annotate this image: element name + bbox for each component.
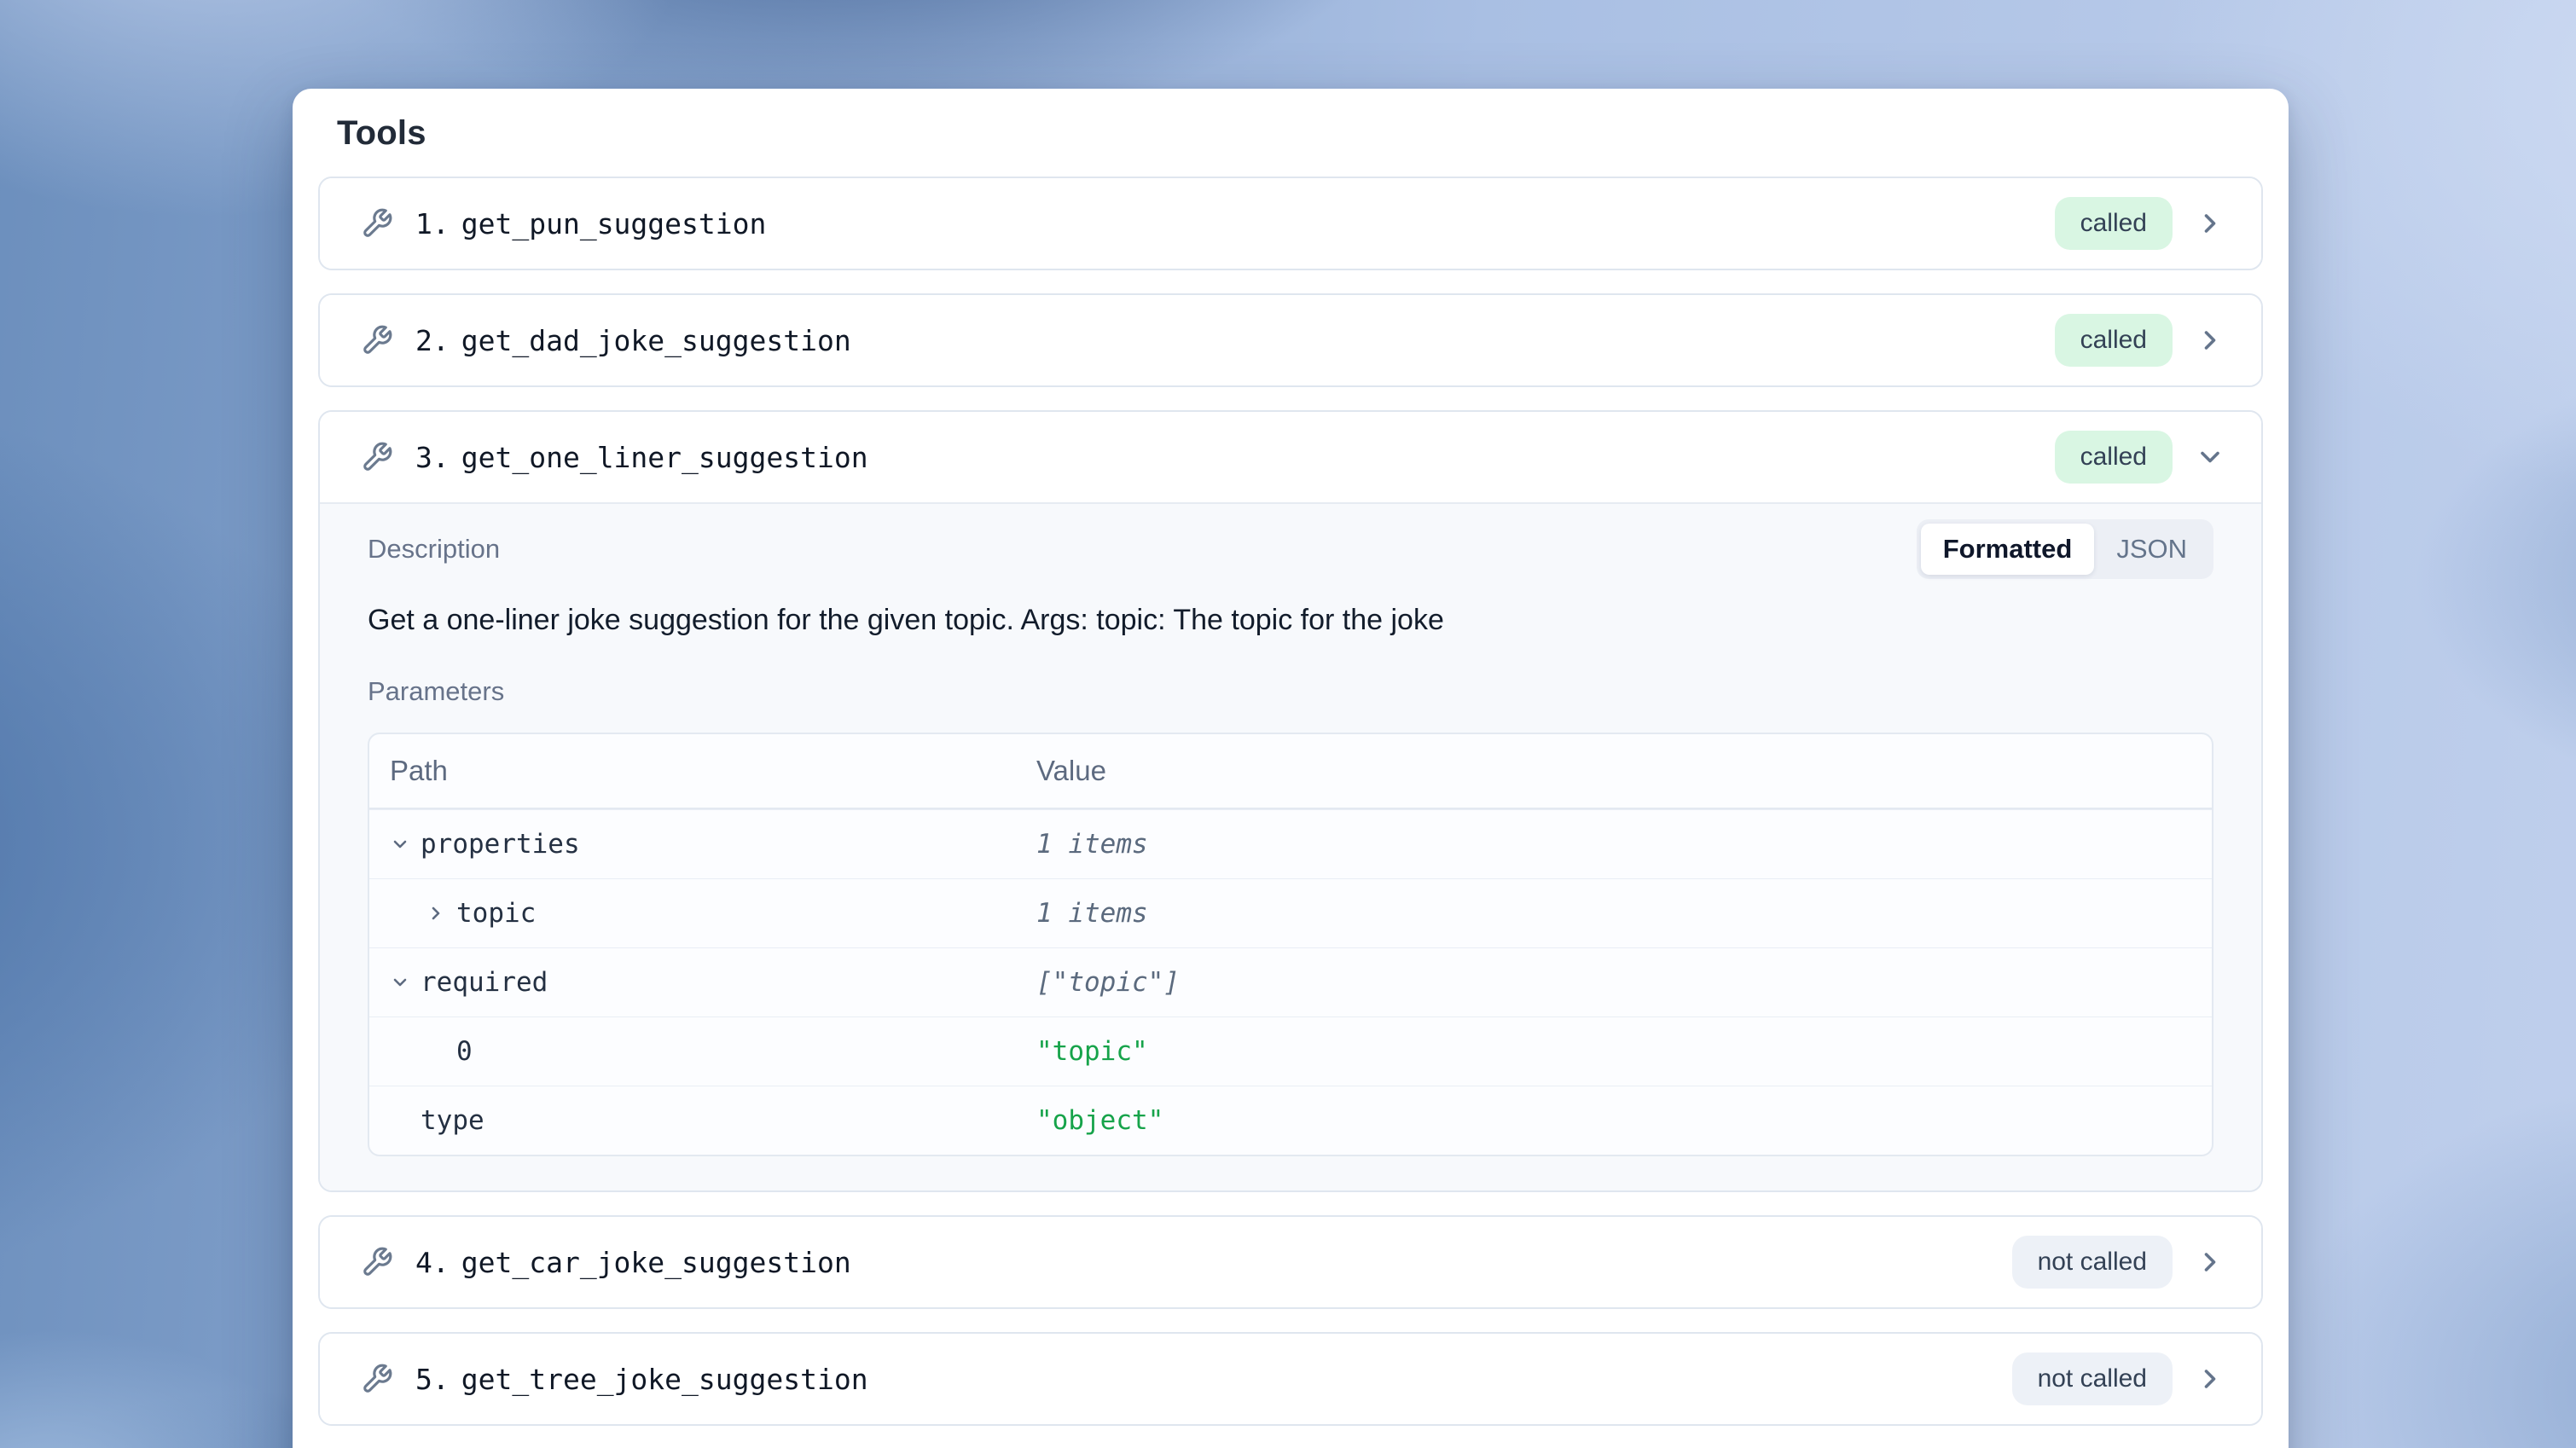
tool-header-get-pun-suggestion[interactable]: 1. get_pun_suggestion called — [320, 178, 2261, 269]
tool-name: get_dad_joke_suggestion — [461, 324, 851, 357]
page-background: Tools 1. get_pun_suggestion called 2. get_… — [0, 0, 2576, 1448]
table-row-required: required ["topic"] — [369, 947, 2212, 1016]
path-key: topic — [456, 898, 536, 929]
parameters-table: Path Value properties 1 items — [368, 733, 2213, 1156]
toggle-json-button[interactable]: JSON — [2094, 524, 2209, 575]
tool-header-get-dad-joke-suggestion[interactable]: 2. get_dad_joke_suggestion called — [320, 295, 2261, 385]
tool-header-get-one-liner-suggestion[interactable]: 3. get_one_liner_suggestion called — [320, 412, 2261, 502]
path-key: 0 — [456, 1036, 473, 1067]
tool-description: Get a one-liner joke suggestion for the … — [368, 601, 2213, 639]
tool-index: 2. — [415, 324, 450, 357]
chevron-right-icon[interactable] — [2195, 1247, 2225, 1277]
status-badge: not called — [2012, 1352, 2173, 1405]
chevron-down-icon[interactable] — [390, 834, 410, 854]
chevron-right-icon[interactable] — [2195, 208, 2225, 239]
wrench-icon — [361, 324, 393, 356]
tool-index: 1. — [415, 207, 450, 240]
status-badge: called — [2055, 314, 2173, 367]
table-row-type: type "object" — [369, 1086, 2212, 1155]
chevron-right-icon[interactable] — [426, 903, 446, 924]
tool-index: 3. — [415, 441, 450, 474]
path-value: 1 items — [1036, 898, 2212, 929]
parameters-table-header: Path Value — [369, 734, 2212, 809]
tool-details-panel: Description Formatted JSON Get a one-lin… — [320, 502, 2261, 1190]
path-value: "object" — [1036, 1105, 2212, 1136]
tool-index: 4. — [415, 1246, 450, 1279]
wrench-icon — [361, 441, 393, 473]
wrench-icon — [361, 1363, 393, 1395]
path-key: properties — [421, 829, 580, 860]
parameters-label: Parameters — [368, 676, 2213, 707]
tool-row-get-one-liner-suggestion: 3. get_one_liner_suggestion called Descri… — [318, 410, 2263, 1192]
path-key: type — [421, 1105, 484, 1136]
status-badge: not called — [2012, 1236, 2173, 1289]
tool-name: get_tree_joke_suggestion — [461, 1363, 868, 1396]
tools-card: Tools 1. get_pun_suggestion called 2. get_… — [293, 89, 2289, 1448]
page-title: Tools — [337, 113, 2263, 153]
status-badge: called — [2055, 197, 2173, 250]
table-row-0: 0 "topic" — [369, 1016, 2212, 1086]
description-label: Description — [368, 534, 500, 565]
chevron-right-icon[interactable] — [2195, 1364, 2225, 1394]
wrench-icon — [361, 1246, 393, 1278]
path-key: required — [421, 967, 548, 998]
column-header-path: Path — [390, 755, 1036, 787]
tool-row-get-pun-suggestion: 1. get_pun_suggestion called — [318, 177, 2263, 270]
wrench-icon — [361, 207, 393, 240]
tool-row-get-dad-joke-suggestion: 2. get_dad_joke_suggestion called — [318, 293, 2263, 387]
tool-name: get_car_joke_suggestion — [461, 1246, 851, 1279]
tool-name: get_one_liner_suggestion — [461, 441, 868, 474]
toggle-formatted-button[interactable]: Formatted — [1921, 524, 2095, 575]
column-header-value: Value — [1036, 755, 2212, 787]
path-value: ["topic"] — [1036, 967, 2212, 998]
view-toggle: Formatted JSON — [1917, 519, 2213, 579]
status-badge: called — [2055, 431, 2173, 484]
tool-index: 5. — [415, 1363, 450, 1396]
tool-header-get-car-joke-suggestion[interactable]: 4. get_car_joke_suggestion not called — [320, 1217, 2261, 1307]
chevron-right-icon[interactable] — [2195, 325, 2225, 356]
table-row-properties: properties 1 items — [369, 809, 2212, 878]
path-value: 1 items — [1036, 829, 2212, 860]
chevron-down-icon[interactable] — [2195, 442, 2225, 472]
tool-name: get_pun_suggestion — [461, 207, 767, 240]
tool-header-get-tree-joke-suggestion[interactable]: 5. get_tree_joke_suggestion not called — [320, 1334, 2261, 1424]
table-row-topic: topic 1 items — [369, 878, 2212, 947]
tool-row-get-car-joke-suggestion: 4. get_car_joke_suggestion not called — [318, 1215, 2263, 1309]
path-value: "topic" — [1036, 1036, 2212, 1067]
tool-row-get-tree-joke-suggestion: 5. get_tree_joke_suggestion not called — [318, 1332, 2263, 1426]
chevron-down-icon[interactable] — [390, 972, 410, 993]
